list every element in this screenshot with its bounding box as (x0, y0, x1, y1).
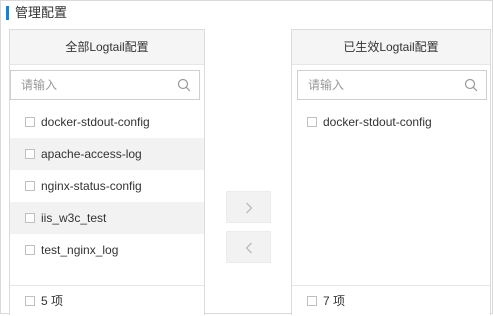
item-checkbox[interactable] (307, 116, 317, 127)
all-configs-panel: 全部Logtail配置 docker-stdout-config apache-… (9, 29, 205, 315)
item-checkbox[interactable] (25, 244, 35, 255)
item-checkbox[interactable] (25, 116, 35, 127)
all-configs-search-box (10, 70, 200, 100)
active-configs-count: 7 项 (323, 294, 346, 308)
active-configs-search-box (297, 70, 487, 100)
manage-config-frame: 管理配置 全部Logtail配置 docker-stdout-config ap… (0, 0, 493, 315)
all-configs-count: 5 项 (41, 294, 64, 308)
item-label: nginx-status-config (41, 179, 142, 193)
list-item[interactable]: test_nginx_log (10, 234, 204, 266)
item-label: apache-access-log (41, 147, 142, 161)
select-all-checkbox[interactable] (307, 295, 317, 306)
item-checkbox[interactable] (25, 148, 35, 159)
list-item[interactable]: iis_w3c_test (10, 202, 204, 234)
item-checkbox[interactable] (25, 212, 35, 223)
item-label: test_nginx_log (41, 243, 119, 257)
all-configs-footer: 5 项 (10, 285, 204, 315)
section-title: 管理配置 (15, 5, 68, 20)
all-configs-list: docker-stdout-config apache-access-log n… (10, 106, 204, 266)
active-configs-footer: 7 项 (292, 285, 490, 315)
list-item[interactable]: nginx-status-config (10, 170, 204, 202)
list-item[interactable]: docker-stdout-config (292, 106, 490, 138)
item-label: iis_w3c_test (41, 211, 107, 225)
list-item[interactable]: docker-stdout-config (10, 106, 204, 138)
active-configs-list: docker-stdout-config (292, 106, 490, 138)
chevron-left-icon (245, 242, 252, 254)
item-label: docker-stdout-config (41, 115, 150, 129)
active-configs-search-input[interactable] (298, 71, 458, 99)
all-configs-header: 全部Logtail配置 (10, 30, 204, 65)
section-header: 管理配置 (1, 1, 492, 25)
item-label: docker-stdout-config (323, 115, 432, 129)
section-accent-bar (6, 6, 9, 20)
search-icon[interactable] (464, 78, 478, 92)
move-right-button[interactable] (226, 191, 271, 223)
select-all-checkbox[interactable] (25, 295, 35, 306)
item-checkbox[interactable] (25, 180, 35, 191)
move-left-button[interactable] (226, 231, 271, 263)
search-icon[interactable] (177, 78, 191, 92)
active-configs-header: 已生效Logtail配置 (292, 30, 490, 65)
active-configs-panel: 已生效Logtail配置 docker-stdout-config 7 项 (291, 29, 491, 315)
all-configs-search-input[interactable] (11, 71, 171, 99)
list-item[interactable]: apache-access-log (10, 138, 204, 170)
chevron-right-icon (246, 202, 253, 214)
